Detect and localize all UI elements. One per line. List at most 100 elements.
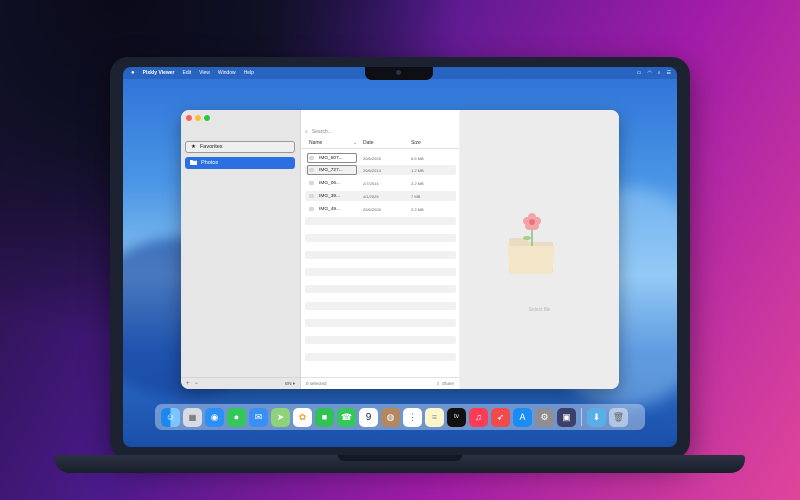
column-headers: Name ⌄ Date Size <box>301 138 459 149</box>
table-row[interactable]: IMG_39... 4/1/2025 7 MB <box>305 191 456 201</box>
notes-icon[interactable]: ≡ <box>425 407 444 427</box>
file-date: 20/6/2014 <box>363 167 381 173</box>
empty-row <box>305 336 456 344</box>
table-row[interactable]: IMG_49... 20/6/2025 2.2 MB <box>305 204 456 214</box>
empty-row <box>305 319 456 327</box>
camera-icon <box>396 70 401 75</box>
wifi-icon[interactable]: ◠ <box>647 70 651 76</box>
file-size: 6.5 MB <box>411 155 424 161</box>
file-name: IMG_06... <box>319 180 341 186</box>
search-icon[interactable]: ⌕ <box>658 70 661 76</box>
trash-icon[interactable]: 🗑 <box>609 407 628 427</box>
tv-label: tv <box>454 414 459 420</box>
detail-placeholder: Select file <box>528 307 551 313</box>
chevron-down-icon[interactable]: ⌄ <box>353 140 357 146</box>
menu-view[interactable]: View <box>199 70 210 76</box>
window-controls <box>186 115 210 121</box>
file-date: 2/7/2014 <box>363 180 379 186</box>
viewer-app-icon[interactable]: ▣ <box>557 407 576 427</box>
image-thumbnail <box>309 181 314 185</box>
zoom-button[interactable] <box>204 115 210 121</box>
rocket-icon[interactable]: ➶ <box>491 407 510 427</box>
search-field[interactable]: ⌕ Search... <box>305 127 455 137</box>
calendar-day: 9 <box>365 411 372 423</box>
close-button[interactable] <box>186 115 192 121</box>
folder-flower-illustration <box>503 210 561 280</box>
downloads-icon[interactable]: ⬇ <box>587 407 606 427</box>
launchpad-icon[interactable]: ▦ <box>183 407 202 427</box>
apple-icon[interactable]: ● <box>131 70 135 76</box>
share-icon: ⇪ <box>436 380 440 386</box>
menu-edit[interactable]: Edit <box>183 70 192 76</box>
dock-separator <box>581 408 582 426</box>
star-icon: ★ <box>191 144 196 150</box>
maps-icon[interactable]: ➤ <box>271 407 290 427</box>
column-header-date[interactable]: Date <box>363 140 374 146</box>
settings-icon[interactable]: ⚙ <box>535 407 554 427</box>
empty-row <box>305 285 456 293</box>
column-header-name[interactable]: Name <box>309 140 322 146</box>
empty-row <box>305 302 456 310</box>
file-size: 2.2 MB <box>411 180 424 186</box>
table-row[interactable]: IMG_727... 20/6/2014 1.2 MB <box>305 165 456 175</box>
file-name: IMG_39... <box>319 193 341 199</box>
file-name: IMG_507... <box>319 155 343 161</box>
reminders-icon[interactable]: ⋮ <box>403 407 422 427</box>
phone-icon[interactable]: ☎ <box>337 407 356 427</box>
remove-button[interactable]: − <box>195 381 199 387</box>
menu-app-name[interactable]: Pixkly Viewer <box>143 70 175 76</box>
menu-help[interactable]: Help <box>244 70 254 76</box>
file-name: IMG_49... <box>319 206 341 212</box>
file-size: 1.2 MB <box>411 167 424 173</box>
empty-row <box>305 251 456 259</box>
image-thumbnail <box>309 207 314 211</box>
sidebar-footer: + − EN ▾ <box>181 377 300 389</box>
table-row[interactable]: IMG_06... 2/7/2014 2.2 MB <box>305 178 456 188</box>
sidebar-item-label: Favorites <box>199 144 223 150</box>
app-window: ★ Favorites Photos + − EN ▾ ⌕ Search... … <box>181 110 619 389</box>
file-name: IMG_727... <box>319 167 343 173</box>
detail-pane: Select file <box>460 110 619 389</box>
list-footer: 0 selected ⇪ Share <box>301 377 459 389</box>
display-icon[interactable]: ▭ <box>637 70 642 76</box>
sidebar-item-label: Photos <box>201 160 219 166</box>
add-button[interactable]: + <box>186 381 190 387</box>
tv-icon[interactable]: tv <box>447 407 466 427</box>
folder-icon <box>190 159 197 167</box>
empty-row <box>305 353 456 361</box>
mail-icon[interactable]: ✉ <box>249 407 268 427</box>
sidebar-item-favorites[interactable]: ★ Favorites <box>185 141 295 153</box>
music-icon[interactable]: ♫ <box>469 407 488 427</box>
minimize-button[interactable] <box>195 115 201 121</box>
image-thumbnail <box>309 194 314 198</box>
safari-icon[interactable]: ◉ <box>205 407 224 427</box>
dock: ☺ ▦ ◉ ● ✉ ➤ ✿ ■ ☎ 9 ◍ ⋮ ≡ tv ♫ ➶ A ⚙ ▣ ⬇… <box>155 404 645 430</box>
share-button[interactable]: ⇪ Share <box>436 381 454 387</box>
calendar-icon[interactable]: 9 <box>359 407 378 427</box>
laptop-base-notch <box>338 455 462 461</box>
file-list-pane: ⌕ Search... Name ⌄ Date Size IMG_507... … <box>301 110 459 389</box>
language-select[interactable]: EN ▾ <box>285 381 295 387</box>
appstore-icon[interactable]: A <box>513 407 532 427</box>
contacts-icon[interactable]: ◍ <box>381 407 400 427</box>
sidebar-item-photos[interactable]: Photos <box>185 157 295 169</box>
table-row[interactable]: IMG_507... 20/6/2025 6.5 MB <box>305 153 456 163</box>
column-header-size[interactable]: Size <box>411 140 421 146</box>
control-center-icon[interactable]: ☰ <box>667 70 671 76</box>
image-thumbnail <box>309 168 314 172</box>
selection-count: 0 selected <box>306 381 327 386</box>
facetime-icon[interactable]: ■ <box>315 407 334 427</box>
file-size: 2.2 MB <box>411 206 424 212</box>
messages-icon[interactable]: ● <box>227 407 246 427</box>
sidebar: ★ Favorites Photos + − EN ▾ <box>181 110 301 389</box>
empty-row <box>305 217 456 225</box>
photos-icon[interactable]: ✿ <box>293 407 312 427</box>
finder-icon[interactable]: ☺ <box>161 407 180 427</box>
empty-row <box>305 268 456 276</box>
menu-window[interactable]: Window <box>218 70 236 76</box>
file-date: 4/1/2025 <box>363 193 379 199</box>
empty-row <box>305 234 456 242</box>
file-date: 20/6/2025 <box>363 155 381 161</box>
file-size: 7 MB <box>411 193 421 199</box>
search-input[interactable]: Search... <box>312 129 332 135</box>
